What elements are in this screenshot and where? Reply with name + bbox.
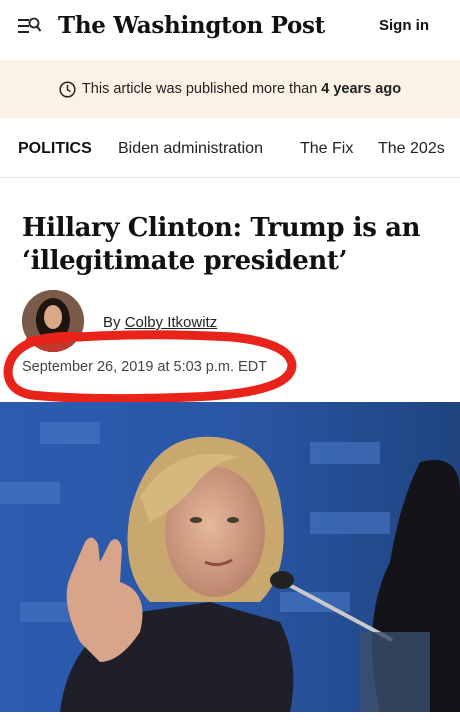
publish-date: September 26, 2019 at 5:03 p.m. EDT [22,359,268,375]
notice-text: This article was published more than [81,81,318,97]
site-logo[interactable]: The Washington Post [58,12,325,39]
nav-item-politics[interactable]: POLITICS [18,140,92,158]
nav-item-the-202s[interactable]: The 202s [378,140,445,158]
nav-item-the-fix[interactable]: The Fix [300,140,353,158]
article-headline: Hillary Clinton: Trump is an ‘illegitima… [22,213,421,276]
article-age-notice: This article was published more than 4 y… [0,60,460,118]
section-nav: POLITICS Biden administration The Fix Th… [0,120,460,178]
sign-in-button[interactable]: Sign in [379,17,429,34]
notice-emphasis: 4 years ago [321,81,402,97]
menu-search-icon[interactable] [18,16,41,38]
site-header: The Washington Post Sign in [0,0,460,56]
article-hero-image [0,402,460,712]
clock-icon [59,80,76,98]
nav-item-biden-administration[interactable]: Biden administration [118,140,263,158]
